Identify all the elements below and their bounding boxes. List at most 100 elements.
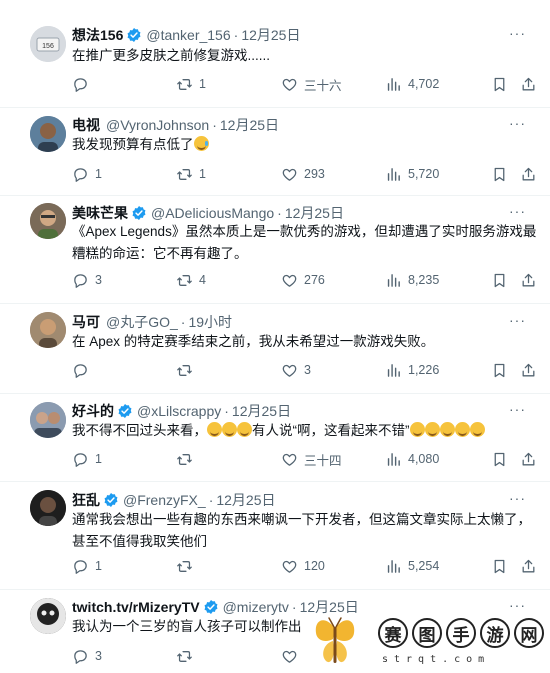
author-name[interactable]: 好斗的 (72, 401, 114, 421)
like-button[interactable]: 120 (281, 556, 325, 576)
avatar[interactable] (30, 402, 66, 438)
timestamp[interactable]: 12月25日 (216, 490, 275, 510)
retweet-icon (176, 451, 193, 468)
share-button[interactable] (520, 556, 537, 576)
avatar[interactable] (30, 490, 66, 526)
avatar[interactable] (30, 598, 66, 634)
like-button[interactable] (281, 646, 304, 666)
views-button[interactable]: 5,720 (385, 164, 439, 184)
avatar[interactable] (30, 116, 66, 152)
views-button[interactable]: 4,080 (385, 449, 439, 469)
action-bar: 1 120 5,254 (72, 556, 532, 576)
author-name[interactable]: twitch.tv/rMizeryTV (72, 599, 200, 615)
more-icon[interactable]: ··· (509, 401, 526, 417)
retweet-button[interactable] (176, 556, 199, 576)
reply-button[interactable]: 1 (72, 556, 102, 576)
reply-icon (72, 558, 89, 575)
like-icon (281, 451, 298, 468)
like-button[interactable]: 276 (281, 270, 325, 290)
timestamp[interactable]: 12月25日 (241, 25, 300, 45)
verified-icon (103, 492, 119, 508)
bookmark-button[interactable] (491, 270, 508, 290)
action-bar: 1 三十四 4,080 (72, 449, 532, 469)
reply-count: 1 (95, 559, 102, 573)
retweet-button[interactable] (176, 449, 199, 469)
action-bar: 1 1 293 5,720 (72, 164, 532, 184)
retweet-button[interactable]: 4 (176, 270, 206, 290)
like-button[interactable]: 三十四 (281, 449, 342, 469)
author-handle[interactable]: @ADeliciousMango (151, 205, 274, 221)
reply-button[interactable] (72, 360, 95, 380)
reply-button[interactable]: 3 (72, 646, 102, 666)
reply-button[interactable]: 3 (72, 270, 102, 290)
views-button[interactable]: 1,226 (385, 360, 439, 380)
share-button[interactable] (520, 360, 537, 380)
view-count: 4,702 (408, 77, 440, 91)
reply-button[interactable]: 1 (72, 449, 102, 469)
avatar[interactable]: 156 (30, 26, 66, 62)
share-button[interactable] (520, 449, 537, 469)
author-name[interactable]: 电视 (72, 115, 100, 135)
laughing-emoji-icon (222, 422, 237, 437)
author-handle[interactable]: @xLilscrappy (137, 403, 221, 419)
views-button[interactable]: 4,702 (385, 74, 439, 94)
butterfly-logo-icon (315, 617, 355, 663)
timestamp[interactable]: 12月25日 (285, 203, 344, 223)
tweet-text: 通常我会想出一些有趣的东西来嘲讽一下开发者，但这篇文章实际上太懒了，甚至不值得我… (72, 512, 531, 549)
author-handle[interactable]: @VyronJohnson (106, 117, 209, 133)
timestamp[interactable]: 12月25日 (220, 115, 279, 135)
more-icon[interactable]: ··· (509, 597, 526, 613)
bookmark-button[interactable] (491, 360, 508, 380)
reply-button[interactable]: 1 (72, 164, 102, 184)
views-button[interactable]: 8,235 (385, 270, 439, 290)
tweet[interactable]: 马可 @丸子GO_ · 19小时 ··· 在 Apex 的特定赛季结束之前，我从… (0, 304, 550, 394)
like-button[interactable]: 三十六 (281, 74, 342, 94)
more-icon[interactable]: ··· (509, 490, 526, 506)
avatar[interactable] (30, 312, 66, 348)
bookmark-button[interactable] (491, 556, 508, 576)
reply-icon (72, 76, 89, 93)
action-bar: 1 三十六 4,702 (72, 74, 532, 94)
like-button[interactable]: 293 (281, 164, 325, 184)
bookmark-button[interactable] (491, 74, 508, 94)
author-handle[interactable]: @丸子GO_ (106, 312, 178, 332)
tweet[interactable]: 156 想法156 @tanker_156 · 12月25日 ··· 在推广更多… (0, 0, 550, 108)
bookmark-button[interactable] (491, 164, 508, 184)
like-button[interactable]: 3 (281, 360, 311, 380)
author-name[interactable]: 马可 (72, 312, 100, 332)
reply-button[interactable] (72, 74, 95, 94)
bookmark-button[interactable] (491, 449, 508, 469)
retweet-button[interactable]: 1 (176, 164, 206, 184)
share-button[interactable] (520, 74, 537, 94)
retweet-button[interactable] (176, 360, 199, 380)
tweet[interactable]: 电视 @VyronJohnson · 12月25日 ··· 我发现预算有点低了 … (0, 108, 550, 196)
timestamp[interactable]: 12月25日 (232, 401, 291, 421)
share-button[interactable] (520, 270, 537, 290)
views-button[interactable]: 5,254 (385, 556, 439, 576)
tweet[interactable]: 美味芒果 @ADeliciousMango · 12月25日 ··· 《Apex… (0, 196, 550, 304)
more-icon[interactable]: ··· (509, 25, 526, 41)
share-icon (520, 166, 537, 183)
share-button[interactable] (520, 164, 537, 184)
retweet-button[interactable]: 1 (176, 74, 206, 94)
tweet-text: 在推广更多皮肤之前修复游戏...... (72, 48, 271, 63)
like-icon (281, 76, 298, 93)
author-handle[interactable]: @mizerytv (223, 599, 289, 615)
author-name[interactable]: 想法156 (72, 25, 123, 45)
timestamp[interactable]: 19小时 (188, 312, 232, 332)
author-name[interactable]: 美味芒果 (72, 203, 128, 223)
author-name[interactable]: 狂乱 (72, 490, 100, 510)
retweet-icon (176, 166, 193, 183)
more-icon[interactable]: ··· (509, 203, 526, 219)
retweet-button[interactable] (176, 646, 199, 666)
tweet[interactable]: 好斗的 @xLilscrappy · 12月25日 ··· 我不得不回过头来看，… (0, 394, 550, 482)
like-icon (281, 558, 298, 575)
more-icon[interactable]: ··· (509, 115, 526, 131)
site-watermark: 赛 图 手 游 网 strqt.com (302, 612, 548, 672)
more-icon[interactable]: ··· (509, 312, 526, 328)
separator-dot: · (208, 492, 214, 508)
author-handle[interactable]: @tanker_156 (146, 27, 230, 43)
avatar[interactable] (30, 203, 66, 239)
tweet[interactable]: 狂乱 @FrenzyFX_ · 12月25日 ··· 通常我会想出一些有趣的东西… (0, 482, 550, 590)
author-handle[interactable]: @FrenzyFX_ (123, 492, 206, 508)
